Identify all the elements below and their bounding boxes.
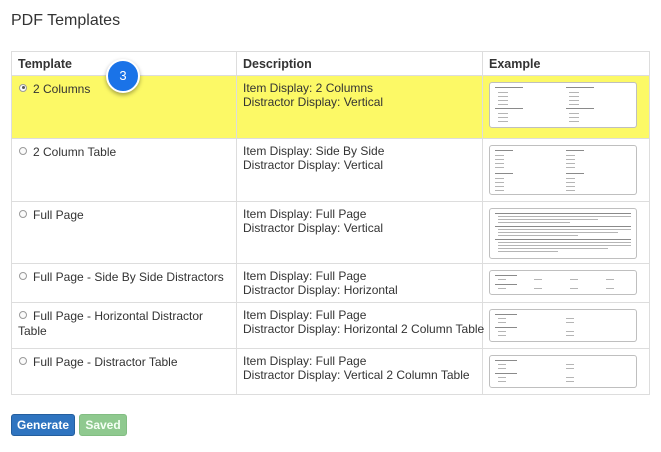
template-cell[interactable]: Full Page - Distractor Table	[11, 348, 237, 395]
radio-button-icon[interactable]	[19, 310, 27, 319]
template-cell[interactable]: Full Page	[11, 201, 237, 264]
template-preview-icon	[489, 309, 637, 342]
table-row[interactable]: 2 Columns Item Display: 2 Columns Distra…	[11, 75, 650, 139]
table-row[interactable]: Full Page - Distractor Table Item Displa…	[11, 348, 650, 395]
template-name[interactable]: Full Page - Distractor Table	[33, 355, 178, 369]
template-name[interactable]: Full Page	[33, 208, 84, 222]
template-preview-icon	[489, 208, 637, 259]
template-cell[interactable]: Full Page - Horizontal Distractor Table	[11, 302, 237, 349]
example-cell	[482, 263, 650, 303]
description-cell: Item Display: Side By Side Distractor Di…	[236, 138, 483, 202]
item-display-text: Item Display: Side By Side	[243, 144, 385, 158]
table-row[interactable]: 2 Column Table Item Display: Side By Sid…	[11, 138, 650, 202]
radio-button-icon[interactable]	[19, 146, 27, 155]
template-preview-icon	[489, 145, 637, 195]
item-display-text: Item Display: Full Page	[243, 308, 367, 322]
distractor-display-text: Distractor Display: Vertical	[243, 221, 384, 235]
saved-button[interactable]: Saved	[79, 414, 127, 436]
radio-button-icon[interactable]	[19, 356, 27, 365]
table-row[interactable]: Full Page - Horizontal Distractor Table …	[11, 302, 650, 349]
example-cell	[482, 75, 650, 139]
template-name[interactable]: 2 Columns	[33, 82, 90, 96]
template-name[interactable]: 2 Column Table	[33, 145, 116, 159]
template-preview-icon	[489, 82, 637, 128]
template-preview-icon	[489, 270, 637, 295]
description-cell: Item Display: 2 Columns Distractor Displ…	[236, 75, 483, 139]
radio-button-icon[interactable]	[19, 209, 27, 218]
example-cell	[482, 138, 650, 202]
example-cell	[482, 302, 650, 349]
template-name[interactable]: Full Page - Side By Side Distractors	[33, 270, 224, 284]
distractor-display-text: Distractor Display: Horizontal	[243, 283, 398, 297]
description-cell: Item Display: Full Page Distractor Displ…	[236, 201, 483, 264]
generate-button[interactable]: Generate	[11, 414, 75, 436]
table-row[interactable]: Full Page Item Display: Full Page Distra…	[11, 201, 650, 264]
example-cell	[482, 201, 650, 264]
distractor-display-text: Distractor Display: Vertical 2 Column Ta…	[243, 368, 470, 382]
templates-table: Template Description Example 2 Columns I…	[11, 51, 650, 395]
template-cell[interactable]: 2 Column Table	[11, 138, 237, 202]
item-display-text: Item Display: Full Page	[243, 207, 367, 221]
distractor-display-text: Distractor Display: Horizontal 2 Column …	[243, 322, 485, 336]
item-display-text: Item Display: Full Page	[243, 269, 367, 283]
distractor-display-text: Distractor Display: Vertical	[243, 158, 384, 172]
template-preview-icon	[489, 355, 637, 388]
item-display-text: Item Display: 2 Columns	[243, 81, 374, 95]
radio-button-icon[interactable]	[19, 271, 27, 280]
item-display-text: Item Display: Full Page	[243, 354, 367, 368]
header-description: Description	[236, 51, 483, 76]
header-example: Example	[482, 51, 650, 76]
example-cell	[482, 348, 650, 395]
description-cell: Item Display: Full Page Distractor Displ…	[236, 348, 483, 395]
step-badge: 3	[106, 59, 140, 93]
radio-button-icon[interactable]	[19, 83, 27, 92]
template-cell[interactable]: Full Page - Side By Side Distractors	[11, 263, 237, 303]
description-cell: Item Display: Full Page Distractor Displ…	[236, 263, 483, 303]
description-cell: Item Display: Full Page Distractor Displ…	[236, 302, 485, 349]
table-row[interactable]: Full Page - Side By Side Distractors Ite…	[11, 263, 650, 303]
template-name[interactable]: Full Page - Horizontal Distractor Table	[18, 309, 203, 338]
page-title: PDF Templates	[11, 12, 121, 29]
distractor-display-text: Distractor Display: Vertical	[243, 95, 384, 109]
